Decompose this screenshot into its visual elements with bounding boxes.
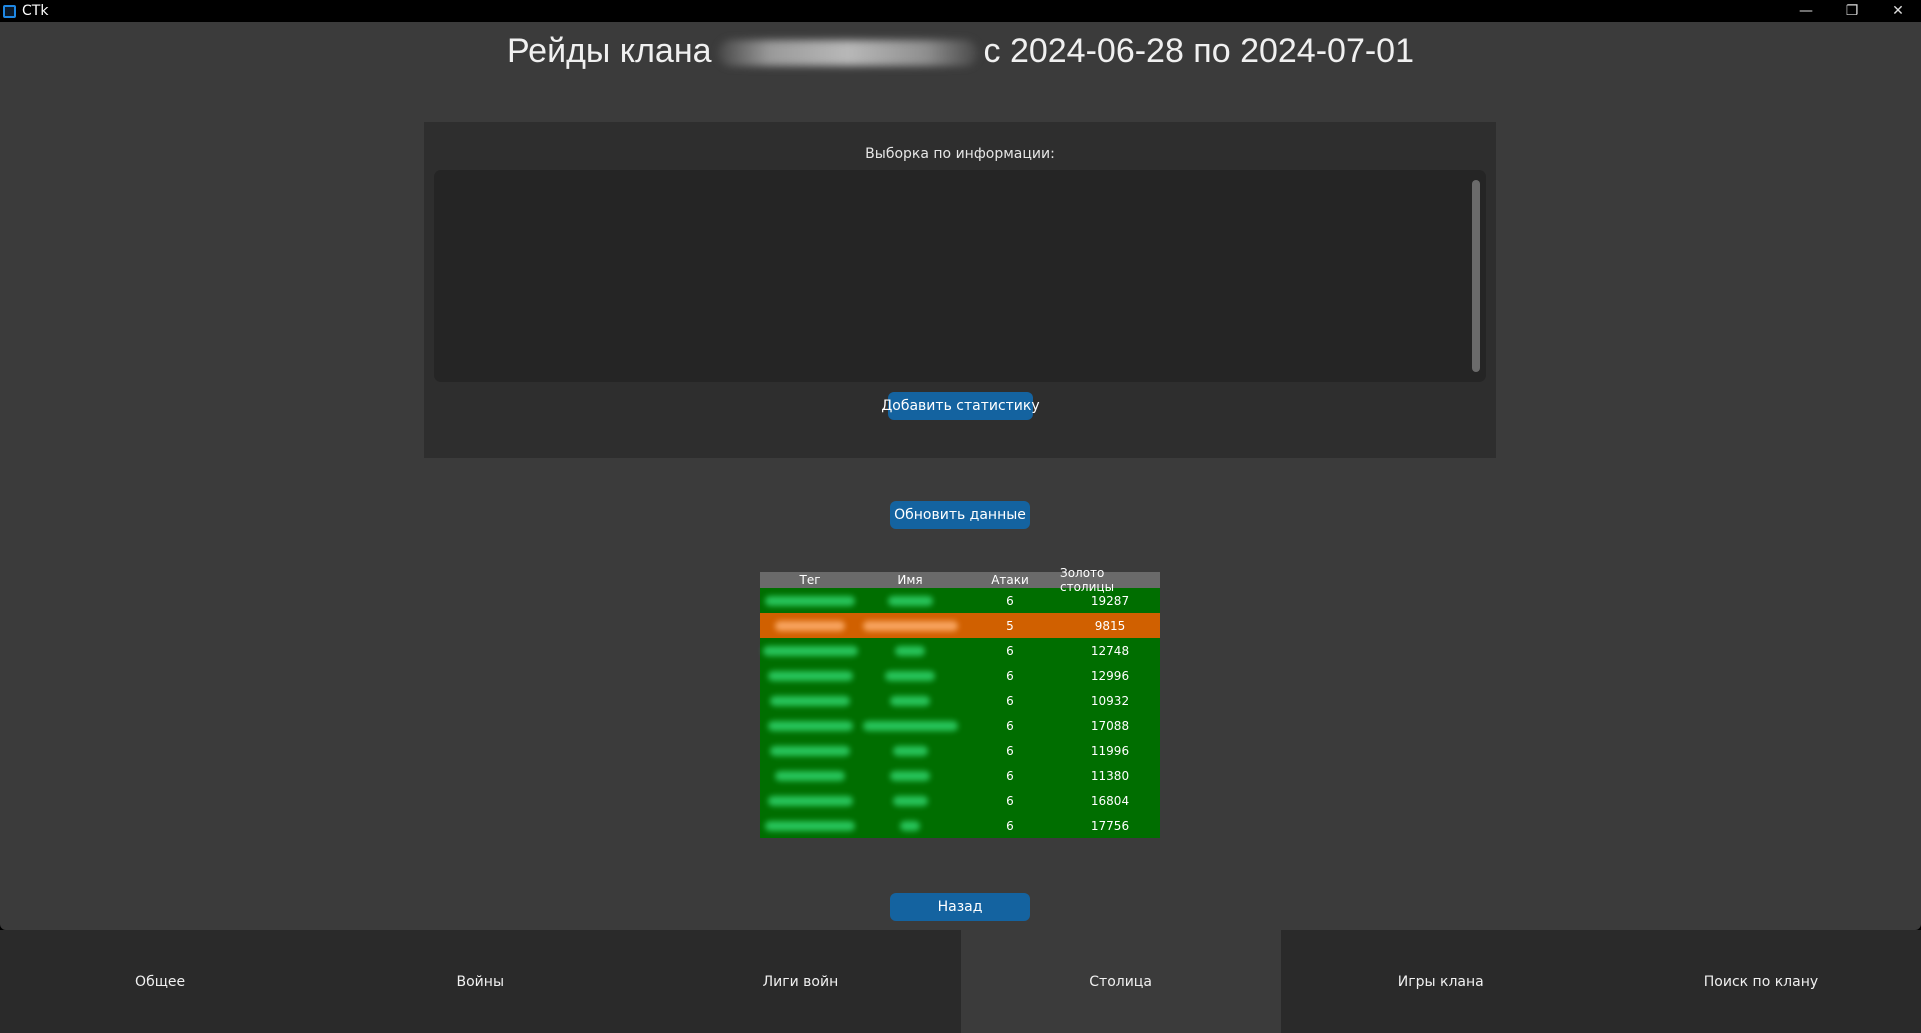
close-icon[interactable]: ✕	[1875, 0, 1921, 22]
cell-attacks: 6	[1006, 643, 1014, 658]
cell-attacks: 6	[1006, 693, 1014, 708]
cell-name-redacted	[860, 738, 960, 763]
cell-tag-redacted	[760, 663, 860, 688]
cell-capital-gold: 16804	[1090, 793, 1130, 808]
cell-attacks: 6	[1006, 668, 1014, 683]
tab-clan-search[interactable]: Поиск по клану	[1601, 930, 1921, 1033]
cell-attacks: 6	[1006, 768, 1014, 783]
cell-attacks: 6	[1006, 743, 1014, 758]
table-row: 6 11380	[760, 763, 1160, 788]
filter-textbox[interactable]	[434, 170, 1486, 382]
table-row: 6 19287	[760, 588, 1160, 613]
filter-label: Выборка по информации:	[865, 146, 1055, 162]
cell-capital-gold: 12996	[1090, 668, 1130, 683]
raids-table: Тег Имя Атаки Золото столицы 6 19287 5 9815…	[760, 566, 1160, 838]
window-titlebar: CTk — ❐ ✕	[0, 0, 1921, 22]
table-header: Тег Имя Атаки Золото столицы	[760, 566, 1160, 594]
cell-tag-redacted	[760, 613, 860, 638]
minimize-icon[interactable]: —	[1783, 0, 1829, 22]
tab-wars[interactable]: Войны	[320, 930, 640, 1033]
table-row: 6 17756	[760, 813, 1160, 838]
table-row: 5 9815	[760, 613, 1160, 638]
cell-capital-gold: 19287	[1090, 593, 1130, 608]
table-row: 6 10932	[760, 688, 1160, 713]
textbox-scrollbar[interactable]	[1472, 180, 1480, 372]
cell-tag-redacted	[760, 738, 860, 763]
header-attacks: Атаки	[991, 573, 1029, 587]
header-tag: Тег	[799, 573, 821, 587]
tab-capital[interactable]: Столица	[960, 930, 1281, 1033]
app-icon	[3, 4, 16, 18]
cell-attacks: 6	[1006, 593, 1014, 608]
cell-tag-redacted	[760, 788, 860, 813]
cell-attacks: 6	[1006, 793, 1014, 808]
cell-tag-redacted	[760, 763, 860, 788]
cell-attacks: 6	[1006, 818, 1014, 833]
cell-name-redacted	[860, 813, 960, 838]
table-row: 6 16804	[760, 788, 1160, 813]
cell-name-redacted	[860, 788, 960, 813]
bottom-navigation: Общее Войны Лиги войн Столица Игры клана…	[0, 930, 1921, 1033]
table-body: 6 19287 5 9815 6 12748 6 12996 6 10932 6 17088 6 1199…	[760, 588, 1160, 838]
cell-tag-redacted	[760, 588, 860, 613]
back-button[interactable]: Назад	[890, 893, 1030, 921]
cell-name-redacted	[860, 588, 960, 613]
page-title-prefix: Рейды клана	[507, 32, 712, 70]
table-row: 6 17088	[760, 713, 1160, 738]
cell-attacks: 6	[1006, 718, 1014, 733]
main-window: Рейды клана с 2024-06-28 по 2024-07-01 Вы…	[0, 22, 1921, 930]
cell-tag-redacted	[760, 813, 860, 838]
cell-capital-gold: 11996	[1090, 743, 1130, 758]
cell-name-redacted	[860, 713, 960, 738]
add-statistics-button[interactable]: Добавить статистику	[881, 392, 1040, 420]
tab-clan-games[interactable]: Игры клана	[1281, 930, 1601, 1033]
cell-name-redacted	[860, 613, 960, 638]
header-name: Имя	[897, 573, 923, 587]
cell-capital-gold: 10932	[1090, 693, 1130, 708]
redacted-clan-name	[717, 40, 978, 67]
cell-name-redacted	[860, 763, 960, 788]
cell-tag-redacted	[760, 688, 860, 713]
page-title-suffix: с 2024-06-28 по 2024-07-01	[983, 32, 1415, 70]
cell-capital-gold: 12748	[1090, 643, 1130, 658]
table-row: 6 12996	[760, 663, 1160, 688]
cell-tag-redacted	[760, 713, 860, 738]
tab-general[interactable]: Общее	[0, 930, 320, 1033]
page-title: Рейды клана с 2024-06-28 по 2024-07-01	[0, 32, 1921, 71]
header-capital-gold: Золото столицы	[1060, 566, 1115, 594]
cell-capital-gold: 17756	[1090, 818, 1130, 833]
cell-capital-gold: 17088	[1090, 718, 1130, 733]
cell-name-redacted	[860, 688, 960, 713]
cell-tag-redacted	[760, 638, 860, 663]
restore-icon[interactable]: ❐	[1829, 0, 1875, 22]
window-title: CTk	[22, 3, 49, 19]
table-row: 6 12748	[760, 638, 1160, 663]
table-row: 6 11996	[760, 738, 1160, 763]
cell-attacks: 5	[1006, 618, 1014, 633]
cell-name-redacted	[860, 663, 960, 688]
cell-name-redacted	[860, 638, 960, 663]
cell-capital-gold: 9815	[1094, 618, 1126, 633]
cell-capital-gold: 11380	[1090, 768, 1130, 783]
tab-war-leagues[interactable]: Лиги войн	[640, 930, 960, 1033]
window-controls: — ❐ ✕	[1783, 0, 1921, 22]
refresh-data-button[interactable]: Обновить данные	[890, 501, 1030, 529]
